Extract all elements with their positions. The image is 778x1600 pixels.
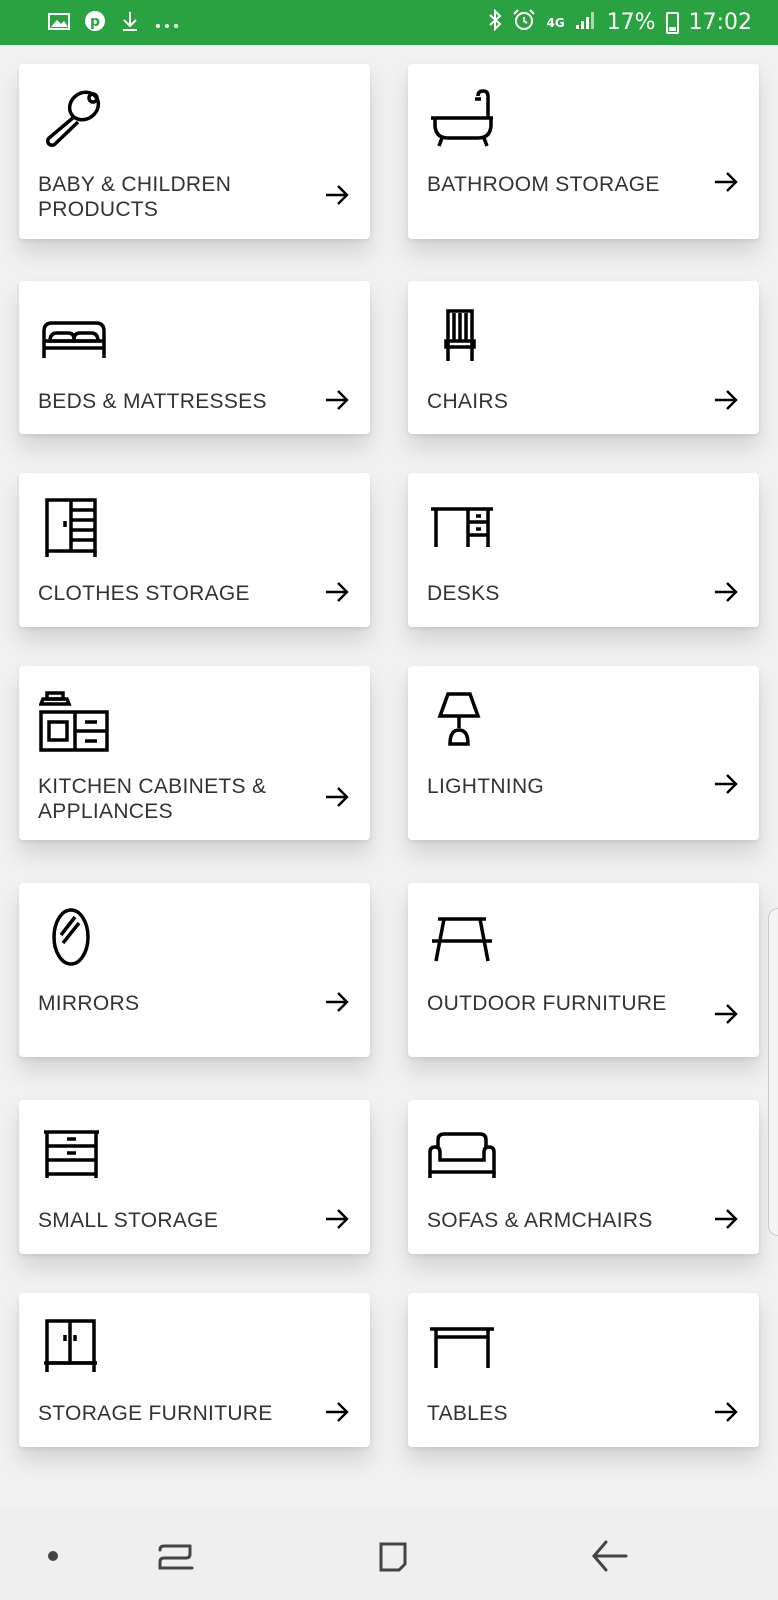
category-card-chairs[interactable]: CHAIRS (408, 281, 759, 434)
arrow-right-icon (324, 989, 350, 1015)
signal-icon (575, 10, 597, 36)
svg-text:p: p (90, 14, 100, 30)
arrow-right-icon (713, 1001, 739, 1027)
arrow-right-icon (324, 182, 350, 208)
arrow-right-icon (713, 771, 739, 797)
lamp-icon (428, 688, 498, 758)
download-icon (120, 10, 140, 35)
category-card-tables[interactable]: TABLES (408, 1293, 759, 1447)
category-label: BATHROOM STORAGE (427, 173, 660, 196)
recent-apps-icon[interactable] (154, 1534, 198, 1578)
arrow-right-icon (713, 169, 739, 195)
category-label: SMALL STORAGE (38, 1209, 219, 1232)
category-card-storage-furniture[interactable]: STORAGE FURNITURE (19, 1293, 370, 1447)
status-bar: p 4G 17% 17:02 (0, 0, 778, 45)
network-type: 4G (546, 15, 565, 30)
desk-icon (428, 495, 498, 565)
home-icon[interactable] (371, 1534, 415, 1578)
category-card-mirrors[interactable]: MIRRORS (19, 883, 370, 1057)
category-card-clothes-storage[interactable]: CLOTHES STORAGE (19, 473, 370, 627)
cabinet-icon (39, 1315, 109, 1385)
category-card-baby-children[interactable]: BABY & CHILDREN PRODUCTS (19, 64, 370, 239)
status-left: p (48, 10, 180, 35)
battery-icon (665, 11, 679, 34)
mirror-icon (39, 905, 109, 975)
table-icon (428, 1315, 498, 1385)
clock: 17:02 (688, 10, 752, 35)
category-card-lightning[interactable]: LIGHTNING (408, 666, 759, 840)
battery-percent: 17% (606, 10, 656, 35)
more-dots-icon (154, 13, 180, 33)
status-right: 4G 17% 17:02 (488, 8, 752, 38)
wardrobe-icon (39, 495, 109, 565)
alarm-icon (512, 8, 536, 38)
category-label: STORAGE FURNITURE (38, 1402, 273, 1425)
arrow-right-icon (324, 579, 350, 605)
bathtub-icon (428, 86, 498, 156)
chair-icon (428, 303, 498, 373)
arrow-right-icon (713, 1399, 739, 1425)
category-card-desks[interactable]: DESKS (408, 473, 759, 627)
arrow-right-icon (713, 1206, 739, 1232)
category-card-small-storage[interactable]: SMALL STORAGE (19, 1100, 370, 1254)
category-card-kitchen-cabinets[interactable]: KITCHEN CABINETS & APPLIANCES (19, 666, 370, 840)
gallery-icon (48, 11, 70, 34)
category-label: SOFAS & ARMCHAIRS (427, 1209, 653, 1232)
category-label: LIGHTNING (427, 775, 545, 798)
category-label: TABLES (427, 1402, 508, 1425)
category-card-outdoor-furniture[interactable]: OUTDOOR FURNITURE (408, 883, 759, 1057)
sofa-icon (428, 1122, 498, 1192)
arrow-right-icon (324, 387, 350, 413)
bed-icon (39, 303, 109, 373)
bluetooth-icon (488, 8, 502, 37)
drawers-icon (39, 1122, 109, 1192)
category-label: BABY & CHILDREN PRODUCTS (38, 173, 232, 221)
category-card-bathroom-storage[interactable]: BATHROOM STORAGE (408, 64, 759, 239)
dot-icon[interactable] (31, 1534, 75, 1578)
pinterest-icon: p (84, 10, 106, 35)
category-grid: BABY & CHILDREN PRODUCTS BATHROOM STORAG… (0, 45, 778, 1510)
arrow-right-icon (324, 784, 350, 810)
arrow-right-icon (324, 1399, 350, 1425)
rattle-icon (39, 86, 109, 156)
edge-panel-handle[interactable] (768, 908, 778, 1236)
kitchen-icon (39, 688, 109, 758)
arrow-right-icon (713, 387, 739, 413)
category-label: CHAIRS (427, 390, 509, 413)
category-label: DESKS (427, 582, 500, 605)
category-card-beds-mattresses[interactable]: BEDS & MATTRESSES (19, 281, 370, 434)
category-label: CLOTHES STORAGE (38, 582, 250, 605)
category-card-sofas-armchairs[interactable]: SOFAS & ARMCHAIRS (408, 1100, 759, 1254)
category-label: MIRRORS (38, 992, 140, 1015)
category-label: OUTDOOR FURNITURE (427, 992, 667, 1015)
arrow-right-icon (324, 1206, 350, 1232)
navigation-bar (0, 1510, 778, 1600)
arrow-right-icon (713, 579, 739, 605)
picnic-table-icon (428, 905, 498, 975)
category-label: KITCHEN CABINETS & APPLIANCES (38, 775, 267, 823)
category-label: BEDS & MATTRESSES (38, 390, 267, 413)
back-icon[interactable] (588, 1534, 632, 1578)
